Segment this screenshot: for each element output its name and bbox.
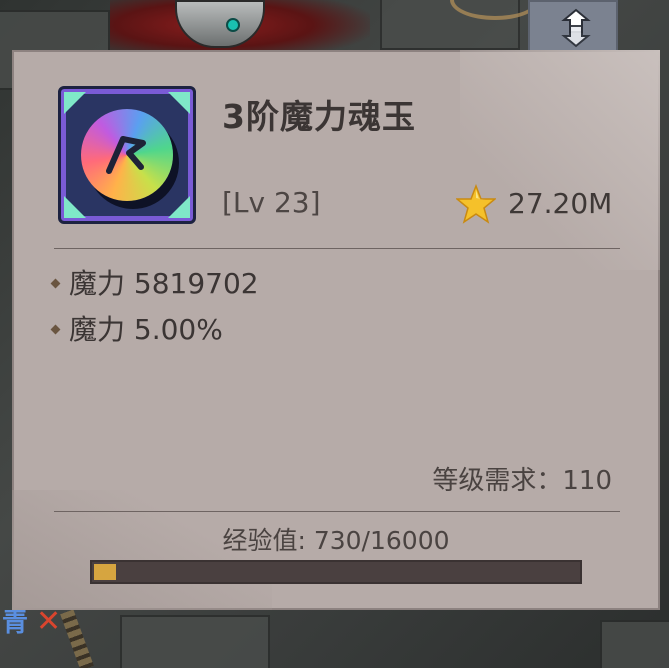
experience-bar [90, 560, 582, 584]
item-tooltip-panel: 3阶魔力魂玉 [Lv 23] 27.20M 魔力 5819702 魔力 5.00… [12, 50, 660, 610]
bullet-icon [50, 324, 61, 335]
rune-symbol-icon [106, 136, 146, 174]
soul-jade-orb-icon [58, 86, 196, 224]
level-requirement: 等级需求：110 [432, 466, 612, 496]
item-value: 27.20M [508, 187, 613, 220]
floor-tile [600, 620, 669, 668]
divider [54, 511, 620, 512]
stat-text: 魔力 5819702 [69, 267, 259, 300]
stat-text: 魔力 5.00% [69, 313, 223, 346]
item-name: 3阶魔力魂玉 [222, 97, 416, 136]
orb-icon [81, 109, 173, 201]
swap-arrows-icon [561, 8, 591, 48]
experience-bar-fill [94, 564, 116, 580]
hero-gem [226, 18, 240, 32]
stat-line: 魔力 5819702 [50, 262, 259, 302]
bullet-icon [50, 278, 61, 289]
experience-label: 经验值: 730/16000 [222, 526, 450, 555]
item-level: [Lv 23] [222, 186, 321, 219]
floor-tile [120, 615, 270, 668]
stat-line: 魔力 5.00% [50, 308, 223, 348]
divider [54, 248, 620, 249]
star-icon [456, 184, 496, 224]
